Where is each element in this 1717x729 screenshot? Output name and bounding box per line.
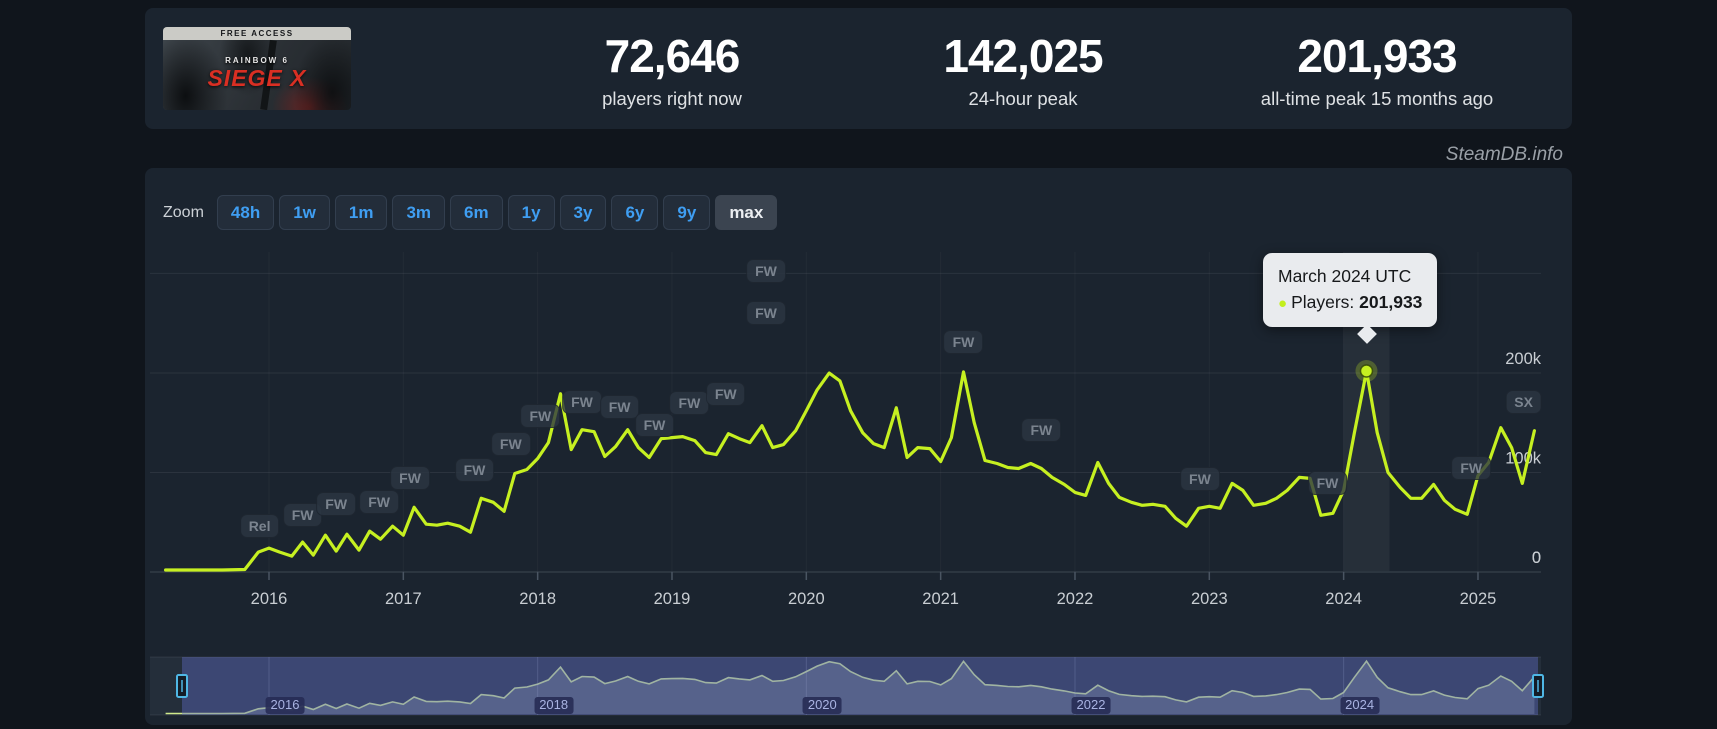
zoom-label: Zoom xyxy=(163,204,204,222)
tooltip-title: March 2024 UTC xyxy=(1278,263,1422,289)
peak-24h-value: 142,025 xyxy=(863,30,1183,82)
stat-current-players: 72,646 players right now xyxy=(512,30,832,110)
tooltip-value: 201,933 xyxy=(1359,292,1422,312)
game-banner[interactable]: FREE ACCESS RAINBOW 6 SIEGE X xyxy=(163,27,351,110)
zoom-range-1w[interactable]: 1w xyxy=(279,195,330,230)
stats-card: FREE ACCESS RAINBOW 6 SIEGE X 72,646 pla… xyxy=(145,8,1572,129)
steamdb-watermark: SteamDB.info xyxy=(1145,144,1563,166)
current-players-label: players right now xyxy=(512,88,832,110)
event-flag-fw[interactable]: FW xyxy=(746,301,786,325)
stat-alltime-peak: 201,933 all-time peak 15 months ago xyxy=(1217,30,1537,110)
chart-tooltip: March 2024 UTC ●Players: 201,933 xyxy=(1263,253,1437,327)
navigator-year-2024: 2024 xyxy=(1340,697,1379,714)
zoom-range-toolbar: Zoom 48h1w1m3m6m1y3y6y9ymax xyxy=(163,195,777,230)
zoom-range-1m[interactable]: 1m xyxy=(335,195,388,230)
peak-24h-label: 24-hour peak xyxy=(863,88,1183,110)
alltime-peak-value: 201,933 xyxy=(1217,30,1537,82)
event-flag-fw[interactable]: FW xyxy=(746,259,786,283)
navigator-year-2020: 2020 xyxy=(803,697,842,714)
current-players-value: 72,646 xyxy=(512,30,832,82)
chart-card: Zoom 48h1w1m3m6m1y3y6y9ymax xyxy=(145,168,1572,725)
event-flag-sx[interactable]: SX xyxy=(1505,390,1542,414)
event-flag-fw[interactable]: FW xyxy=(670,391,710,415)
event-flag-fw[interactable]: FW xyxy=(491,432,531,456)
event-flag-fw[interactable]: FW xyxy=(316,492,356,516)
event-flag-fw[interactable]: FW xyxy=(635,413,675,437)
navigator-year-2016: 2016 xyxy=(266,697,305,714)
event-flag-fw[interactable]: FW xyxy=(520,404,560,428)
event-flag-fw[interactable]: FW xyxy=(359,490,399,514)
zoom-range-3m[interactable]: 3m xyxy=(392,195,445,230)
event-flag-fw[interactable]: FW xyxy=(562,390,602,414)
event-flag-fw[interactable]: FW xyxy=(1451,456,1491,480)
zoom-range-1y[interactable]: 1y xyxy=(508,195,555,230)
event-flag-fw[interactable]: FW xyxy=(1180,467,1220,491)
zoom-range-max[interactable]: max xyxy=(715,195,777,230)
banner-title: SIEGE X xyxy=(163,65,351,92)
banner-brand: RAINBOW 6 xyxy=(163,56,351,65)
alltime-peak-label: all-time peak 15 months ago xyxy=(1217,88,1537,110)
event-flag-fw[interactable]: FW xyxy=(455,458,495,482)
event-flag-rel[interactable]: Rel xyxy=(240,514,280,538)
event-flag-fw[interactable]: FW xyxy=(1308,471,1348,495)
zoom-range-6m[interactable]: 6m xyxy=(450,195,503,230)
event-flag-fw[interactable]: FW xyxy=(944,330,984,354)
zoom-range-48h[interactable]: 48h xyxy=(217,195,274,230)
event-flag-fw[interactable]: FW xyxy=(390,466,430,490)
event-flag-fw[interactable]: FW xyxy=(706,382,746,406)
event-flag-fw[interactable]: FW xyxy=(600,395,640,419)
banner-ribbon: FREE ACCESS xyxy=(163,27,351,40)
event-flag-fw[interactable]: FW xyxy=(1022,418,1062,442)
series-dot-icon: ● xyxy=(1278,295,1287,312)
zoom-range-6y[interactable]: 6y xyxy=(611,195,658,230)
navigator-year-2022: 2022 xyxy=(1072,697,1111,714)
tooltip-series-label: Players: xyxy=(1291,292,1354,312)
zoom-range-3y[interactable]: 3y xyxy=(560,195,607,230)
navigator-year-2018: 2018 xyxy=(534,697,573,714)
tooltip-row: ●Players: 201,933 xyxy=(1278,289,1422,317)
zoom-range-9y[interactable]: 9y xyxy=(663,195,710,230)
stat-24h-peak: 142,025 24-hour peak xyxy=(863,30,1183,110)
